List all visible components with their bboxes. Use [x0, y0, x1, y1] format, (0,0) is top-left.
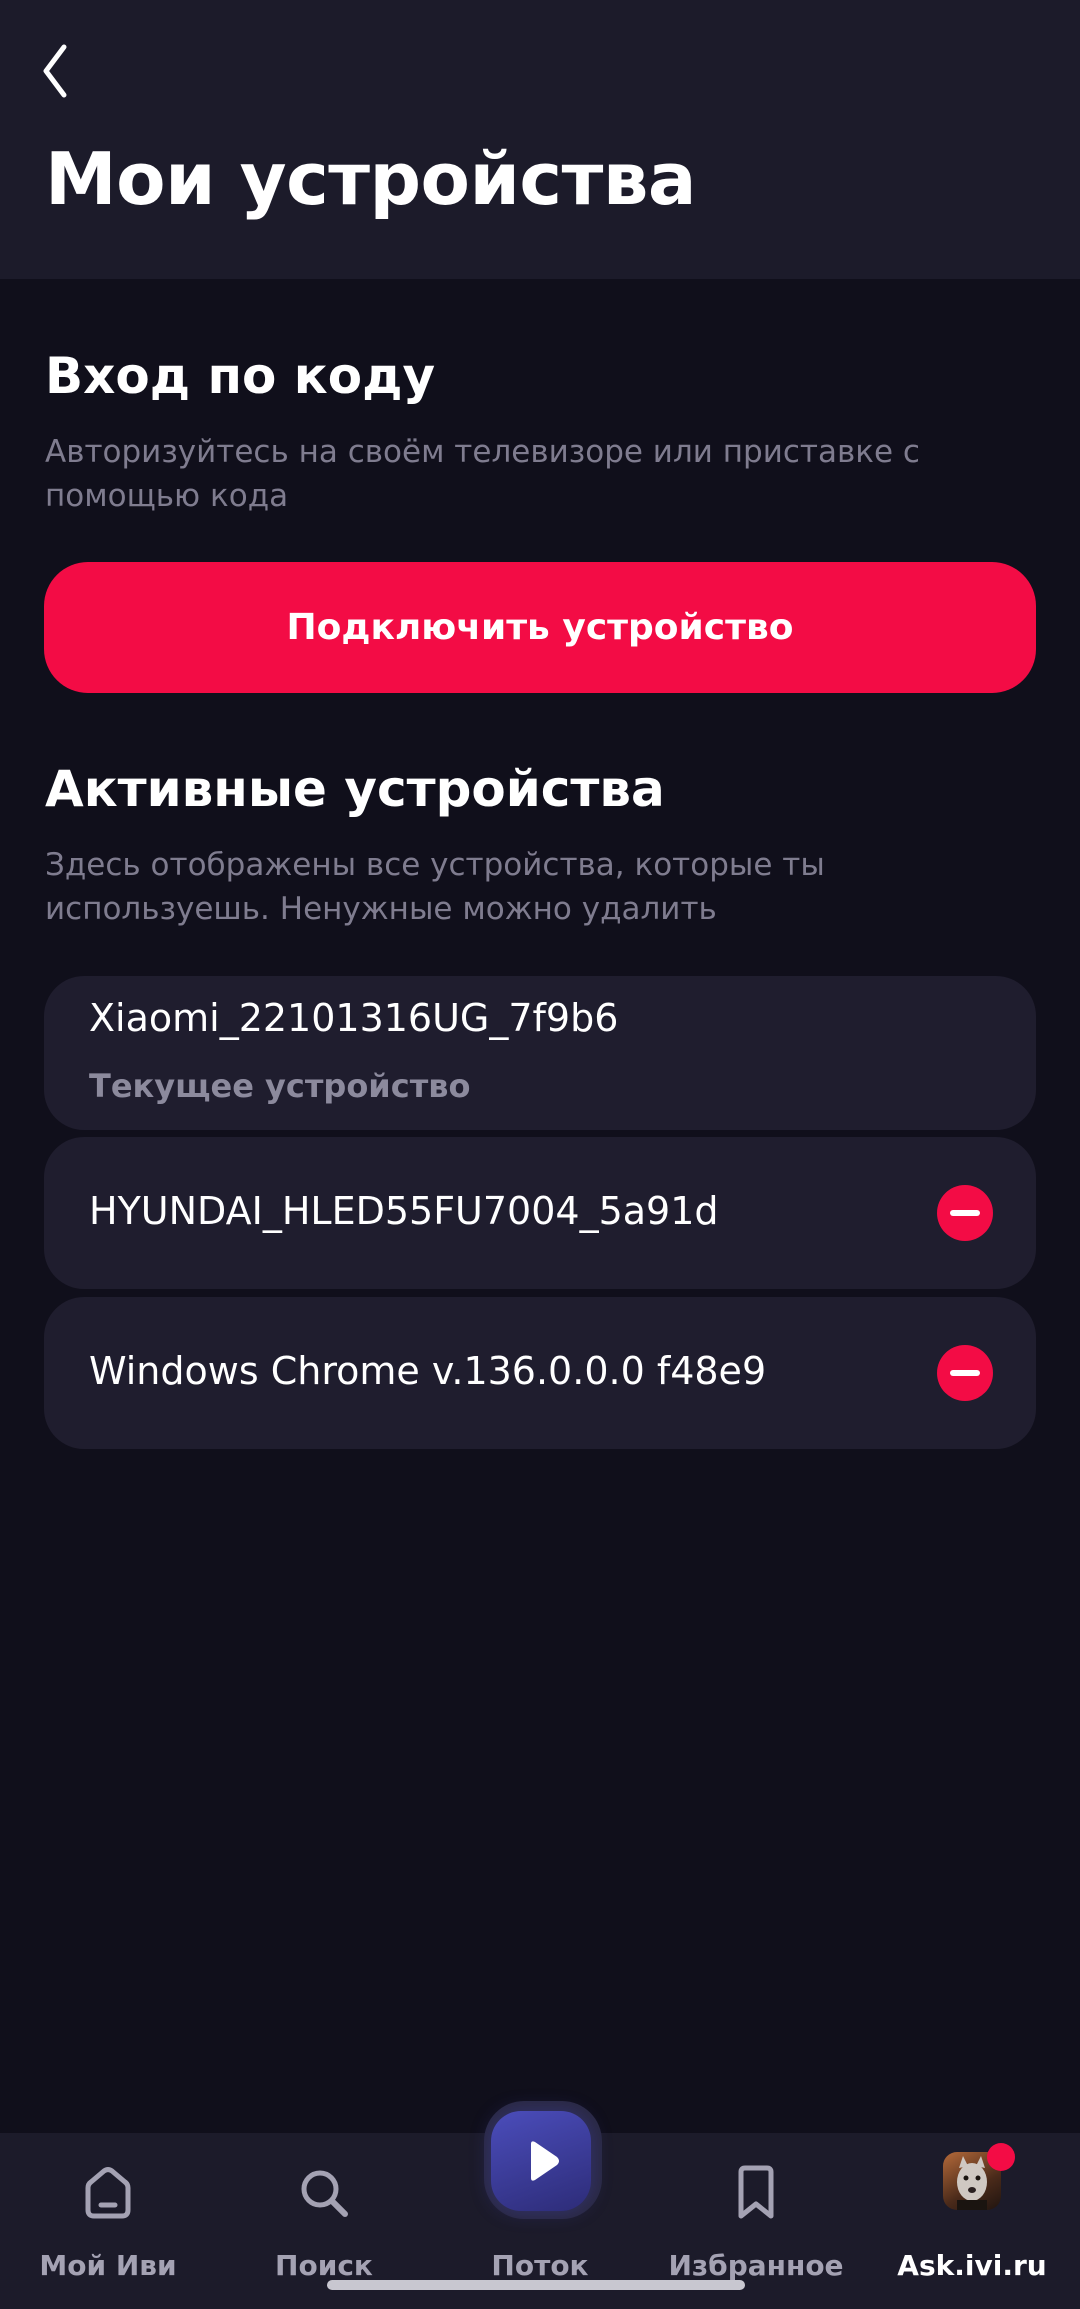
home-icon [76, 2161, 140, 2225]
minus-icon [950, 1370, 980, 1376]
minus-icon [950, 1210, 980, 1216]
tab-favorites[interactable]: Избранное [648, 2155, 864, 2295]
remove-device-button[interactable] [937, 1345, 993, 1401]
device-name: Xiaomi_22101316UG_7f9b6 [89, 996, 619, 1040]
tab-label: Поиск [275, 2249, 373, 2282]
connect-device-button[interactable]: Подключить устройство [44, 562, 1036, 693]
remove-device-button[interactable] [937, 1185, 993, 1241]
active-devices-description: Здесь отображены все устройства, которые… [45, 847, 825, 927]
tab-label: Ask.ivi.ru [897, 2249, 1047, 2282]
home-indicator[interactable] [327, 2280, 745, 2290]
chevron-left-icon [43, 44, 67, 98]
page-title: Мои устройства [45, 137, 696, 221]
active-devices-title: Активные устройства [45, 760, 665, 818]
device-name: Windows Chrome v.136.0.0.0 f48e9 [89, 1349, 767, 1393]
device-name: HYUNDAI_HLED55FU7004_5a91d [89, 1189, 719, 1233]
header-bar: Мои устройства [0, 0, 1080, 279]
tab-label: Избранное [668, 2249, 844, 2282]
tab-label: Мой Иви [39, 2249, 177, 2282]
tab-search[interactable]: Поиск [216, 2155, 432, 2295]
play-icon[interactable] [491, 2111, 591, 2211]
device-card[interactable]: HYUNDAI_HLED55FU7004_5a91d [44, 1137, 1036, 1289]
device-card[interactable]: Windows Chrome v.136.0.0.0 f48e9 [44, 1297, 1036, 1449]
notification-dot [987, 2143, 1015, 2171]
tab-label: Поток [491, 2249, 589, 2282]
current-device-label: Текущее устройство [89, 1067, 471, 1105]
tab-my-ivi[interactable]: Мой Иви [0, 2155, 216, 2295]
code-login-title: Вход по коду [45, 347, 436, 405]
back-button[interactable] [30, 36, 80, 106]
device-card-current[interactable]: Xiaomi_22101316UG_7f9b6 Текущее устройст… [44, 976, 1036, 1130]
code-login-description: Авторизуйтесь на своём телевизоре или пр… [45, 434, 920, 514]
bookmark-icon [724, 2161, 788, 2225]
search-icon [292, 2161, 356, 2225]
